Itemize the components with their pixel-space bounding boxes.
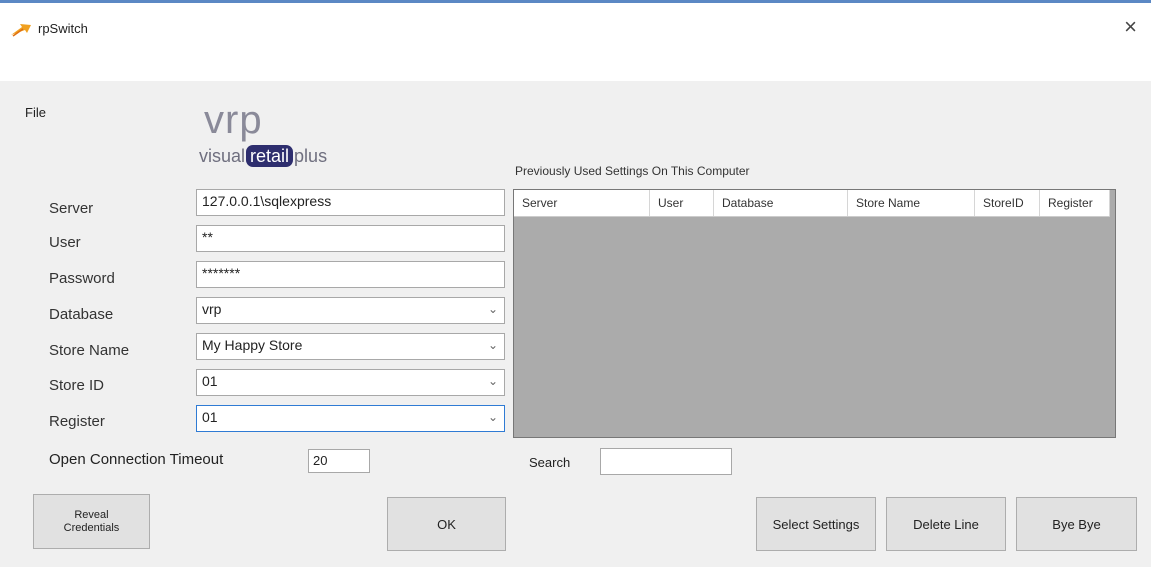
settings-grid[interactable]: Server User Database Store Name StoreID … [513, 189, 1116, 438]
chevron-down-icon[interactable]: ⌄ [488, 338, 498, 352]
search-input[interactable] [600, 448, 732, 475]
timeout-value: 20 [313, 453, 328, 468]
reveal-label-line2: Credentials [63, 521, 120, 534]
password-label: Password [49, 270, 115, 287]
search-label: Search [529, 455, 571, 470]
column-header-server[interactable]: Server [514, 190, 650, 216]
chevron-down-icon[interactable]: ⌄ [488, 302, 498, 316]
logo-tag-visual: visual [199, 146, 246, 166]
chevron-down-icon[interactable]: ⌄ [488, 374, 498, 388]
grid-header: Server User Database Store Name StoreID … [514, 190, 1110, 217]
store-id-label: Store ID [49, 377, 105, 394]
window-title: rpSwitch [38, 21, 88, 36]
database-value: vrp [202, 301, 222, 317]
ok-button[interactable]: OK [387, 497, 506, 551]
delete-line-button[interactable]: Delete Line [886, 497, 1006, 551]
server-label: Server [49, 200, 94, 217]
register-select[interactable]: 01 ⌄ [196, 405, 505, 432]
register-value: 01 [202, 409, 218, 425]
logo-tag-retail: retail [246, 145, 294, 167]
password-input[interactable]: ******* [196, 261, 505, 288]
reveal-label-line1: Reveal [74, 508, 109, 521]
database-select[interactable]: vrp ⌄ [196, 297, 505, 324]
column-header-register[interactable]: Register [1040, 190, 1110, 216]
bye-bye-button[interactable]: Bye Bye [1016, 497, 1137, 551]
store-name-value: My Happy Store [202, 337, 303, 353]
user-label: User [49, 234, 81, 251]
store-name-select[interactable]: My Happy Store ⌄ [196, 333, 505, 360]
logo-wordmark: vrp [204, 98, 263, 142]
timeout-input[interactable]: 20 [308, 449, 370, 473]
user-value: ** [202, 229, 213, 245]
store-id-value: 01 [202, 373, 218, 389]
app-arrow-icon [11, 24, 31, 37]
column-header-store-name[interactable]: Store Name [848, 190, 975, 216]
server-input[interactable]: 127.0.0.1\sqlexpress [196, 189, 505, 216]
grid-caption: Previously Used Settings On This Compute… [515, 164, 750, 178]
register-label: Register [49, 413, 105, 430]
store-name-label: Store Name [49, 342, 130, 359]
password-value: ******* [202, 265, 241, 281]
logo-tagline: visual retail plus [199, 145, 327, 167]
reveal-credentials-button[interactable]: Reveal Credentials [33, 494, 150, 549]
store-id-select[interactable]: 01 ⌄ [196, 369, 505, 396]
menu-file[interactable]: File [25, 105, 46, 120]
select-settings-button[interactable]: Select Settings [756, 497, 876, 551]
close-icon[interactable]: × [1124, 16, 1137, 38]
server-value: 127.0.0.1\sqlexpress [202, 193, 332, 209]
title-bar: rpSwitch × [0, 3, 1151, 47]
logo-tag-plus: plus [294, 146, 328, 166]
database-label: Database [49, 306, 114, 323]
chevron-down-icon[interactable]: ⌄ [488, 410, 498, 424]
timeout-label: Open Connection Timeout [49, 451, 224, 468]
menu-bar: File [0, 47, 1151, 120]
user-input[interactable]: ** [196, 225, 505, 252]
column-header-user[interactable]: User [650, 190, 714, 216]
column-header-store-id[interactable]: StoreID [975, 190, 1040, 216]
column-header-database[interactable]: Database [714, 190, 848, 216]
